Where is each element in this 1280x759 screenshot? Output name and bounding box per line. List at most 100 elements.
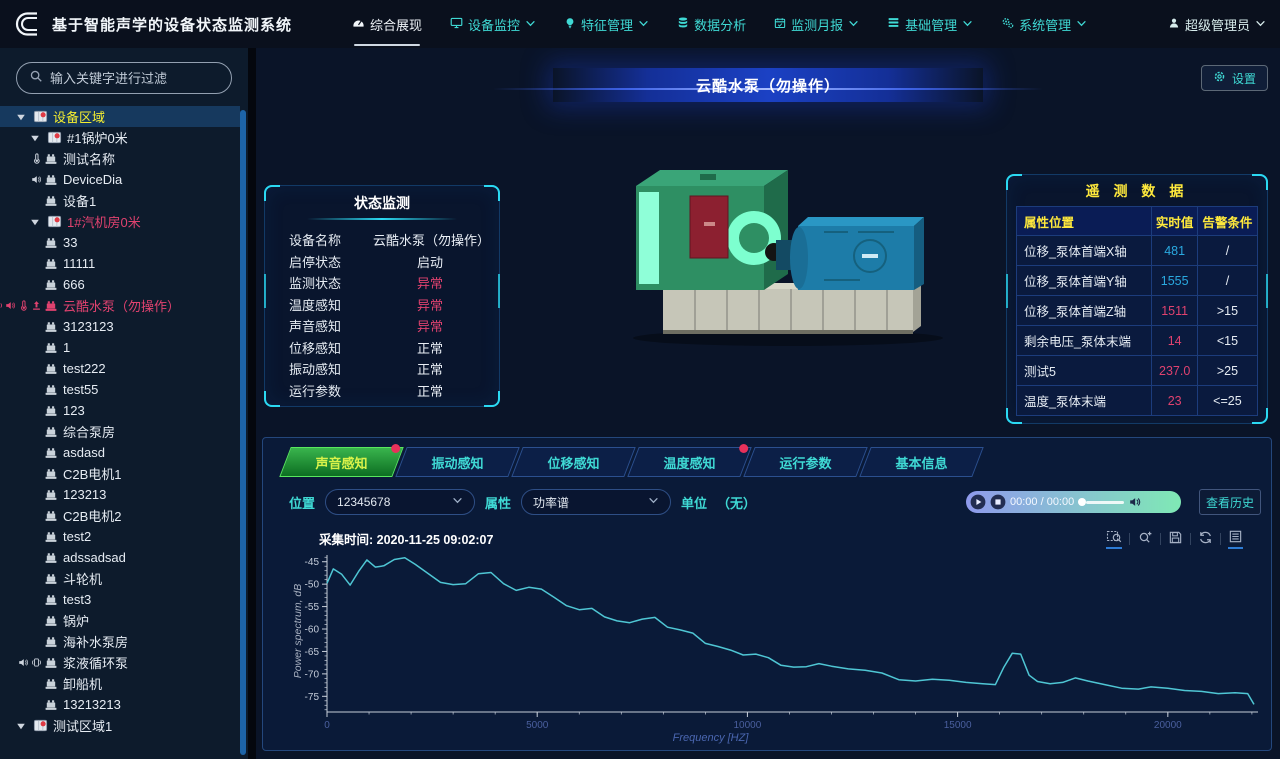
- status-row: 振动感知正常: [289, 358, 487, 380]
- tab-sound[interactable]: 声音感知: [279, 447, 404, 477]
- telemetry-row: 测试5237.0>25: [1017, 356, 1258, 386]
- tree-item[interactable]: 斗轮机: [0, 568, 240, 589]
- caret-down-icon[interactable]: [30, 133, 42, 143]
- alarm-badge: [391, 444, 400, 453]
- tree-item[interactable]: 测试名称: [0, 148, 240, 169]
- tree-item[interactable]: test3: [0, 589, 240, 610]
- volume-icon[interactable]: [1128, 495, 1142, 509]
- displacement-icon: [31, 300, 42, 311]
- tree-item[interactable]: 综合泵房: [0, 421, 240, 442]
- tree-item[interactable]: adssadsad: [0, 547, 240, 568]
- play-button[interactable]: [970, 494, 986, 510]
- device-icon: [44, 698, 58, 712]
- user-menu[interactable]: 超级管理员: [1168, 15, 1266, 34]
- stop-button[interactable]: [990, 494, 1006, 510]
- tree-item[interactable]: 33: [0, 232, 240, 253]
- player-slider[interactable]: [1078, 498, 1124, 506]
- tree-item-label: test222: [63, 361, 106, 376]
- page-title-banner: 云酷水泵（勿操作）: [553, 68, 983, 102]
- device-icon: [44, 635, 58, 649]
- pump-3d-model[interactable]: [608, 134, 960, 350]
- tree-item[interactable]: 666: [0, 274, 240, 295]
- search-input[interactable]: [50, 71, 226, 86]
- tree-item[interactable]: 测试区域1: [0, 715, 240, 736]
- data-view-icon[interactable]: [1228, 529, 1243, 549]
- tree-item[interactable]: 11111: [0, 253, 240, 274]
- save-icon[interactable]: [1168, 530, 1183, 548]
- tree-item[interactable]: 卸船机: [0, 673, 240, 694]
- status-value: 异常: [373, 295, 487, 314]
- tree-item[interactable]: 海补水泵房: [0, 631, 240, 652]
- bulb-icon: [564, 17, 576, 32]
- caret-down-icon[interactable]: [16, 112, 28, 122]
- svg-text:-45: -45: [305, 557, 320, 568]
- tree-item[interactable]: 123213: [0, 484, 240, 505]
- restore-icon[interactable]: [1198, 530, 1213, 548]
- nav-item-device-monitor[interactable]: 设备监控: [450, 0, 536, 48]
- user-icon: [1168, 17, 1180, 32]
- sidebar-scrollbar[interactable]: [240, 110, 246, 755]
- device-search: [16, 62, 232, 94]
- tree-item[interactable]: 1: [0, 337, 240, 358]
- status-row: 启停状态启动: [289, 251, 487, 273]
- device-icon: [44, 152, 58, 166]
- svg-text:-75: -75: [305, 692, 320, 703]
- nav-item-feature-mgmt[interactable]: 特征管理: [564, 0, 649, 48]
- spectrum-chart[interactable]: -45-50-55-60-65-70-750500010000150002000…: [289, 550, 1264, 746]
- device-icon: [44, 614, 58, 628]
- caret-down-icon[interactable]: [30, 217, 42, 227]
- tree-item[interactable]: 设备1: [0, 190, 240, 211]
- tree-item[interactable]: 13213213: [0, 694, 240, 715]
- alarm-condition: <=25: [1197, 386, 1257, 416]
- settings-button[interactable]: 设置: [1201, 65, 1268, 91]
- alarm-condition: /: [1197, 266, 1257, 296]
- tree-item-label: test55: [63, 382, 98, 397]
- database-icon: [677, 16, 689, 32]
- status-value: 异常: [373, 273, 487, 292]
- unit-value: （无）: [717, 493, 756, 512]
- svg-text:20000: 20000: [1154, 720, 1182, 731]
- device-icon: [44, 404, 58, 418]
- tab-temperature[interactable]: 温度感知: [627, 447, 752, 477]
- tree-item[interactable]: test55: [0, 379, 240, 400]
- tree-item[interactable]: C2B电机1: [0, 463, 240, 484]
- tree-item[interactable]: 3123123: [0, 316, 240, 337]
- tree-item[interactable]: 123: [0, 400, 240, 421]
- tree-item[interactable]: 浆液循环泵: [0, 652, 240, 673]
- nav-item-data-analysis[interactable]: 数据分析: [677, 0, 746, 48]
- tree-item-label: 斗轮机: [63, 569, 102, 588]
- tree-item[interactable]: #1锅炉0米: [0, 127, 240, 148]
- nav-item-monthly-report[interactable]: 监测月报: [774, 0, 859, 48]
- nav-item-system-mgmt[interactable]: 系统管理: [1001, 0, 1087, 48]
- tab-run-params[interactable]: 运行参数: [743, 447, 868, 477]
- tree-item[interactable]: C2B电机2: [0, 505, 240, 526]
- svg-text:Power spectrum, dB: Power spectrum, dB: [292, 584, 304, 679]
- tab-vibration[interactable]: 振动感知: [395, 447, 520, 477]
- tree-item[interactable]: 云酷水泵（勿操作）: [0, 295, 240, 316]
- tree-item[interactable]: asdasd: [0, 442, 240, 463]
- device-icon: [44, 551, 58, 565]
- tree-item[interactable]: 1#汽机房0米: [0, 211, 240, 232]
- position-select[interactable]: 12345678: [325, 489, 475, 515]
- app-logo-icon: [14, 9, 44, 39]
- caret-down-icon[interactable]: [16, 721, 28, 731]
- attribute-select[interactable]: 功率谱: [521, 489, 671, 515]
- tree-item[interactable]: test222: [0, 358, 240, 379]
- nav-item-basic-mgmt[interactable]: 基础管理: [887, 0, 973, 48]
- tree-item[interactable]: 锅炉: [0, 610, 240, 631]
- tree-item-label: #1锅炉0米: [67, 128, 128, 147]
- device-icon: [44, 257, 58, 271]
- zoom-select-icon[interactable]: [1106, 528, 1122, 549]
- tree-item[interactable]: test2: [0, 526, 240, 547]
- status-value: 云酷水泵（勿操作）: [373, 230, 487, 249]
- tree-item[interactable]: 设备区域: [0, 106, 240, 127]
- tab-displacement[interactable]: 位移感知: [511, 447, 636, 477]
- view-history-button[interactable]: 查看历史: [1199, 489, 1261, 515]
- zoom-reset-icon[interactable]: [1137, 529, 1153, 548]
- tab-basic-info[interactable]: 基本信息: [859, 447, 984, 477]
- tree-item-label: C2B电机1: [63, 464, 122, 483]
- search-icon: [29, 69, 43, 88]
- nav-item-overview[interactable]: 综合展现: [352, 0, 422, 48]
- tree-item[interactable]: DeviceDia: [0, 169, 240, 190]
- tree-item-label: 海补水泵房: [63, 632, 128, 651]
